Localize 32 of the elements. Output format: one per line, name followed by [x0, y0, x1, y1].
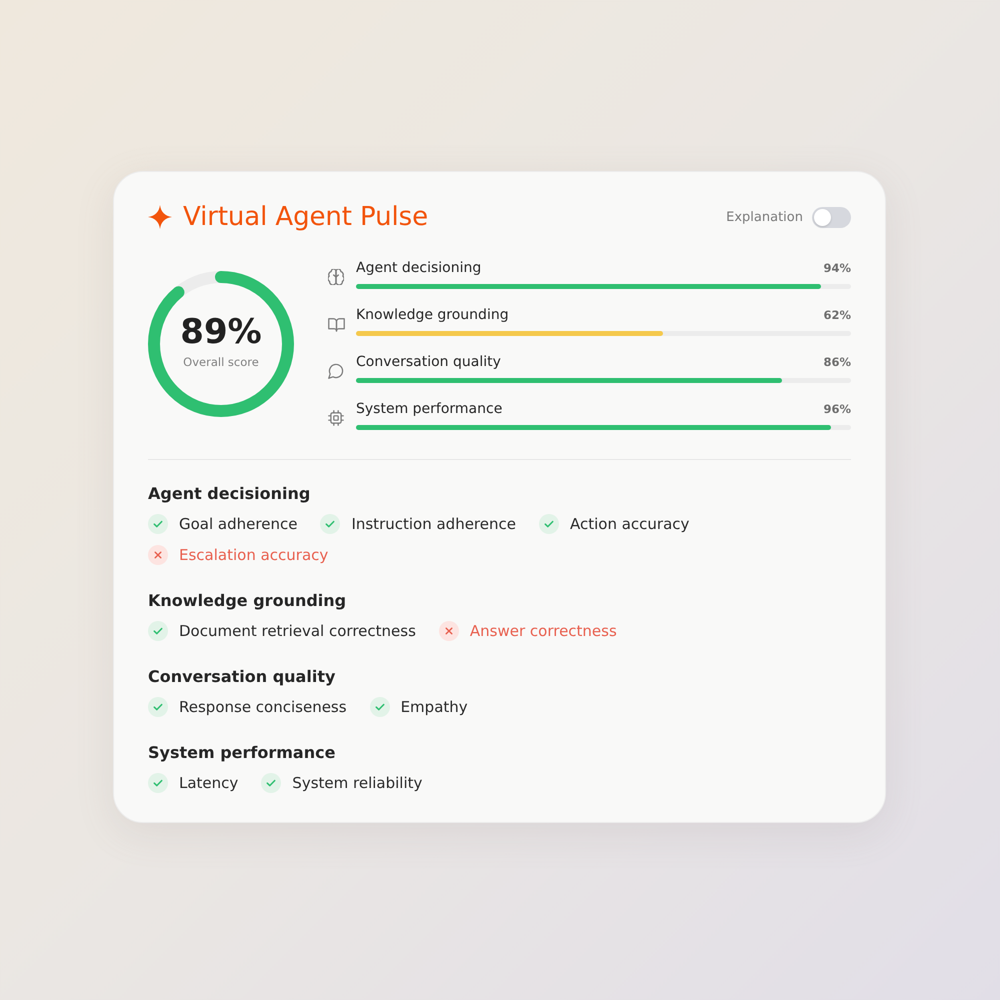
card-title: Virtual Agent Pulse [183, 201, 428, 234]
criterion-label: Action accuracy [570, 515, 690, 533]
criterion-label: Response conciseness [179, 698, 347, 716]
criterion-label: Goal adherence [179, 515, 298, 533]
chat-bubble-icon [328, 363, 344, 379]
toggle-label: Explanation [726, 210, 803, 224]
metric-percent: 94% [823, 261, 851, 275]
chip-icon [328, 410, 344, 426]
section-heading: Knowledge grounding [148, 591, 346, 610]
criterion-label: Instruction adherence [351, 515, 516, 533]
metric-percent: 86% [823, 355, 851, 369]
metric-label: Agent decisioning [356, 260, 482, 276]
metric-percent: 62% [823, 308, 851, 322]
criterion-label: Answer correctness [470, 622, 617, 640]
metric-label: Knowledge grounding [356, 307, 509, 323]
section-heading: System performance [148, 743, 336, 762]
criterion-label: Escalation accuracy [179, 546, 328, 564]
criterion-label: Empathy [400, 698, 468, 716]
criterion-label: System reliability [292, 774, 422, 792]
book-icon [328, 316, 345, 332]
overall-score: 89% [180, 312, 262, 352]
criterion-label: Latency [179, 774, 238, 792]
toggle-switch[interactable] [812, 206, 851, 228]
section-heading: Conversation quality [148, 667, 336, 686]
score-label: Overall score [183, 354, 259, 370]
brain-icon [328, 269, 344, 285]
metric-label: System performance [356, 401, 502, 417]
section-heading: Agent decisioning [148, 484, 310, 503]
sparkle-icon [148, 205, 172, 229]
metric-label: Conversation quality [356, 354, 501, 370]
criterion-label: Document retrieval correctness [179, 622, 416, 640]
metric-percent: 96% [823, 402, 851, 416]
